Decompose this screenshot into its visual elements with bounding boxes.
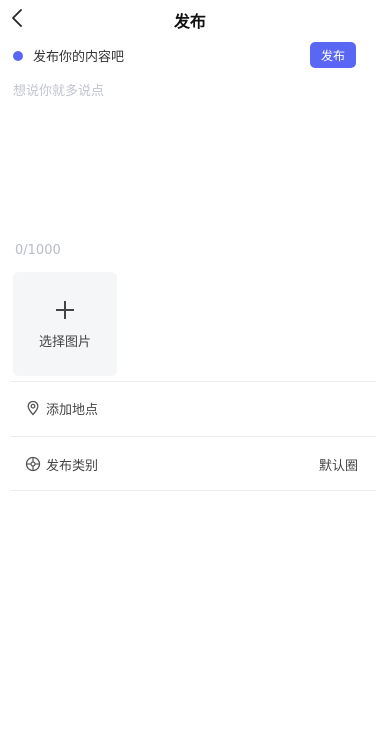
divider bbox=[10, 490, 376, 491]
char-counter: 0/1000 bbox=[15, 243, 61, 258]
add-location-label: 添加地点 bbox=[46, 403, 99, 418]
location-pin-icon bbox=[27, 400, 39, 416]
category-label: 发布类别 bbox=[46, 459, 99, 474]
plus-icon bbox=[55, 300, 75, 320]
publish-button[interactable]: 发布 bbox=[310, 42, 356, 68]
composer-prompt: 发布你的内容吧 bbox=[33, 50, 125, 65]
category-icon bbox=[25, 456, 41, 472]
divider bbox=[10, 436, 376, 437]
status-dot-icon bbox=[13, 51, 23, 61]
add-location-row[interactable]: 添加地点 bbox=[0, 386, 380, 430]
publish-screen: 发布 发布你的内容吧 发布 0/1000 选择图片 添加地点 发布类别 默认圈 bbox=[0, 0, 380, 744]
content-input[interactable] bbox=[13, 80, 367, 230]
select-image-label: 选择图片 bbox=[38, 335, 91, 350]
divider bbox=[10, 381, 376, 382]
category-value: 默认圈 bbox=[318, 459, 358, 474]
page-title: 发布 bbox=[173, 12, 206, 31]
composer-header: 发布你的内容吧 发布 bbox=[0, 40, 380, 72]
header: 发布 bbox=[0, 0, 380, 38]
select-image-button[interactable]: 选择图片 bbox=[13, 272, 117, 376]
category-row[interactable]: 发布类别 默认圈 bbox=[0, 442, 380, 486]
